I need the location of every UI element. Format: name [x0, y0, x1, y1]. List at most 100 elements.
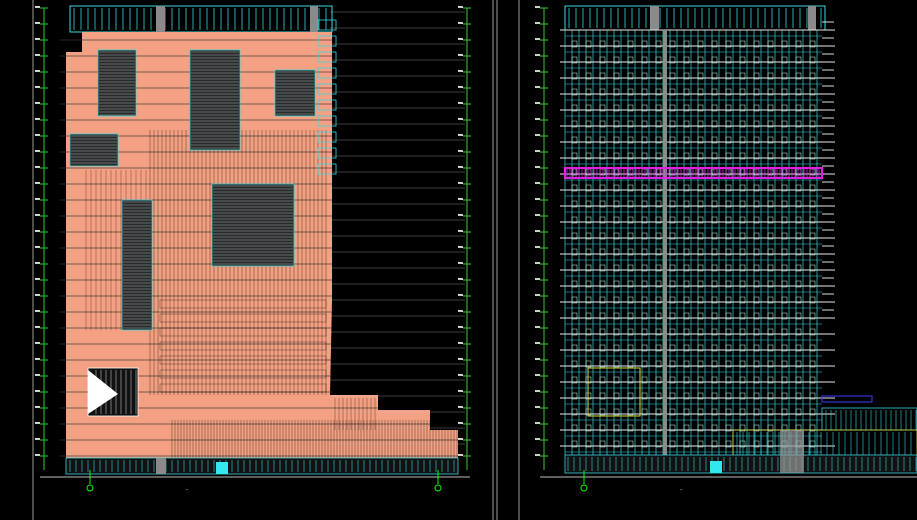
level-tag: [35, 70, 40, 72]
level-tag: [535, 54, 540, 56]
level-tag: [458, 246, 463, 248]
level-tag: [35, 166, 40, 168]
base-plinth: [564, 454, 917, 474]
left-elevation: [35, 5, 471, 478]
level-tag: [535, 374, 540, 376]
right-elevation: [535, 5, 917, 478]
level-tag: [458, 86, 463, 88]
level-tag: [458, 262, 463, 264]
stair-core: [780, 430, 804, 473]
level-tag: [458, 438, 463, 440]
level-tag: [458, 406, 463, 408]
level-tag: [458, 134, 463, 136]
level-tag: [35, 214, 40, 216]
level-tag: [535, 134, 540, 136]
canopy-outline: [821, 395, 873, 403]
level-tag: [35, 294, 40, 296]
highlight-band: [564, 167, 823, 179]
level-tag: [458, 102, 463, 104]
level-tag: [535, 438, 540, 440]
level-tag: [35, 198, 40, 200]
level-tag: [535, 278, 540, 280]
level-tag: [458, 182, 463, 184]
level-tag: [35, 422, 40, 424]
left-sheet-caption: —: [186, 487, 189, 492]
level-tag: [458, 166, 463, 168]
level-tag: [458, 118, 463, 120]
level-tag: [535, 326, 540, 328]
level-tag: [458, 70, 463, 72]
level-tag: [535, 198, 540, 200]
column: [156, 458, 166, 474]
level-tag: [535, 246, 540, 248]
level-tag: [35, 438, 40, 440]
level-tag: [458, 390, 463, 392]
level-tag: [458, 54, 463, 56]
level-tag: [35, 358, 40, 360]
level-tag: [35, 310, 40, 312]
column: [650, 6, 659, 30]
level-tag: [35, 326, 40, 328]
level-tag: [535, 86, 540, 88]
level-tag: [35, 134, 40, 136]
level-tag: [35, 454, 40, 456]
level-tag: [458, 6, 463, 8]
level-tag: [35, 38, 40, 40]
level-tag: [458, 342, 463, 344]
level-tag: [35, 102, 40, 104]
level-tag: [458, 22, 463, 24]
level-tag: [535, 390, 540, 392]
level-tag: [458, 310, 463, 312]
level-tag: [35, 22, 40, 24]
level-tag: [458, 38, 463, 40]
right-sheet-caption: —: [680, 487, 683, 492]
level-tag: [35, 150, 40, 152]
level-tag: [35, 374, 40, 376]
level-tag: [458, 230, 463, 232]
level-tag: [535, 118, 540, 120]
level-tag: [535, 294, 540, 296]
balcony: [317, 19, 337, 31]
podium-outline: [732, 429, 917, 459]
level-tag: [458, 198, 463, 200]
entrance-door: [216, 462, 228, 474]
level-tag: [35, 390, 40, 392]
level-tag: [535, 230, 540, 232]
level-tag: [458, 214, 463, 216]
level-tag: [535, 214, 540, 216]
level-tag: [535, 454, 540, 456]
level-tag: [535, 310, 540, 312]
level-tag: [35, 246, 40, 248]
column: [156, 6, 165, 32]
level-tag: [35, 86, 40, 88]
level-tag: [535, 422, 540, 424]
level-tag: [535, 150, 540, 152]
column: [310, 6, 318, 32]
level-tag: [535, 182, 540, 184]
entrance-door: [710, 461, 722, 473]
cad-elevation-drawing: [32, 0, 917, 520]
level-tag: [535, 358, 540, 360]
level-tag: [535, 342, 540, 344]
level-tag: [35, 342, 40, 344]
level-tag: [35, 118, 40, 120]
level-tag: [458, 326, 463, 328]
level-tag: [35, 262, 40, 264]
level-tag: [458, 374, 463, 376]
level-tag: [535, 6, 540, 8]
column: [663, 30, 667, 470]
level-tag: [458, 454, 463, 456]
level-tag: [535, 38, 540, 40]
level-tag: [35, 230, 40, 232]
level-tag: [35, 278, 40, 280]
level-tag: [458, 422, 463, 424]
level-tag: [35, 6, 40, 8]
level-tag: [535, 166, 540, 168]
level-tag: [535, 70, 540, 72]
level-tag: [35, 54, 40, 56]
level-tag: [35, 406, 40, 408]
level-tag: [458, 150, 463, 152]
level-tag: [535, 262, 540, 264]
level-tag: [458, 358, 463, 360]
column: [808, 6, 816, 30]
